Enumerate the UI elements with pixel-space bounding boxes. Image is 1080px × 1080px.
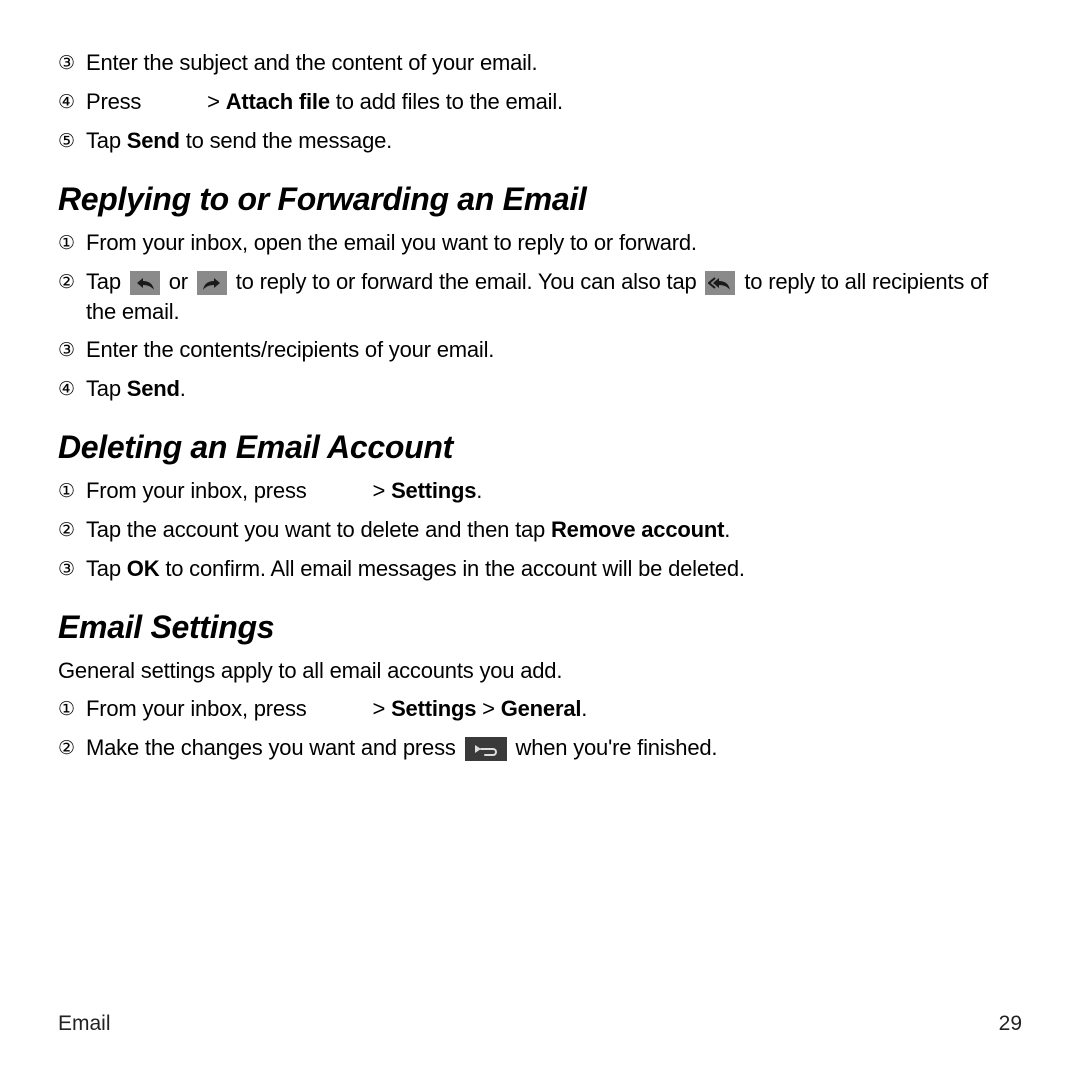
section-intro: General settings apply to all email acco… <box>58 656 1022 686</box>
step: ②Make the changes you want and press whe… <box>58 733 1022 764</box>
step: ④Press > Attach file to add files to the… <box>58 87 1022 118</box>
step: ①From your inbox, open the email you wan… <box>58 228 1022 259</box>
step-text: Tap the account you want to delete and t… <box>86 515 1022 545</box>
continued-steps: ③Enter the subject and the content of yo… <box>58 48 1022 157</box>
footer-page-number: 29 <box>999 1012 1022 1036</box>
step: ②Tap the account you want to delete and … <box>58 515 1022 546</box>
step-marker: ① <box>58 694 86 725</box>
section-heading: Replying to or Forwarding an Email <box>58 181 1022 218</box>
manual-page: ③Enter the subject and the content of yo… <box>0 0 1080 1080</box>
step-text: Enter the contents/recipients of your em… <box>86 335 1022 365</box>
step-marker: ④ <box>58 374 86 405</box>
step-text: From your inbox, press > Settings > Gene… <box>86 694 1022 724</box>
forward-icon <box>197 271 227 295</box>
reply-icon <box>130 271 160 295</box>
back-icon <box>465 737 507 761</box>
page-footer: Email 29 <box>58 1012 1022 1036</box>
step: ①From your inbox, press > Settings > Gen… <box>58 694 1022 725</box>
step-marker: ③ <box>58 335 86 366</box>
step-text: Press > Attach file to add files to the … <box>86 87 1022 117</box>
step: ①From your inbox, press > Settings. <box>58 476 1022 507</box>
step: ④Tap Send. <box>58 374 1022 405</box>
step-marker: ② <box>58 733 86 764</box>
step-text: Tap Send. <box>86 374 1022 404</box>
step-marker: ② <box>58 515 86 546</box>
step-marker: ③ <box>58 554 86 585</box>
step-marker: ⑤ <box>58 126 86 157</box>
step-text: Tap or to reply to or forward the email.… <box>86 267 1022 327</box>
step-text: Tap Send to send the message. <box>86 126 1022 156</box>
step-marker: ④ <box>58 87 86 118</box>
section-heading: Deleting an Email Account <box>58 429 1022 466</box>
step-text: From your inbox, open the email you want… <box>86 228 1022 258</box>
step: ②Tap or to reply to or forward the email… <box>58 267 1022 327</box>
section-heading: Email Settings <box>58 609 1022 646</box>
step-text: From your inbox, press > Settings. <box>86 476 1022 506</box>
step: ⑤Tap Send to send the message. <box>58 126 1022 157</box>
step-text: Enter the subject and the content of you… <box>86 48 1022 78</box>
step-marker: ① <box>58 228 86 259</box>
step-text: Make the changes you want and press when… <box>86 733 1022 763</box>
reply-all-icon <box>705 271 735 295</box>
step-marker: ③ <box>58 48 86 79</box>
footer-section: Email <box>58 1012 111 1036</box>
step: ③Tap OK to confirm. All email messages i… <box>58 554 1022 585</box>
step-marker: ① <box>58 476 86 507</box>
step: ③Enter the subject and the content of yo… <box>58 48 1022 79</box>
sections: Replying to or Forwarding an Email①From … <box>58 181 1022 764</box>
step-text: Tap OK to confirm. All email messages in… <box>86 554 1022 584</box>
step: ③Enter the contents/recipients of your e… <box>58 335 1022 366</box>
step-marker: ② <box>58 267 86 298</box>
